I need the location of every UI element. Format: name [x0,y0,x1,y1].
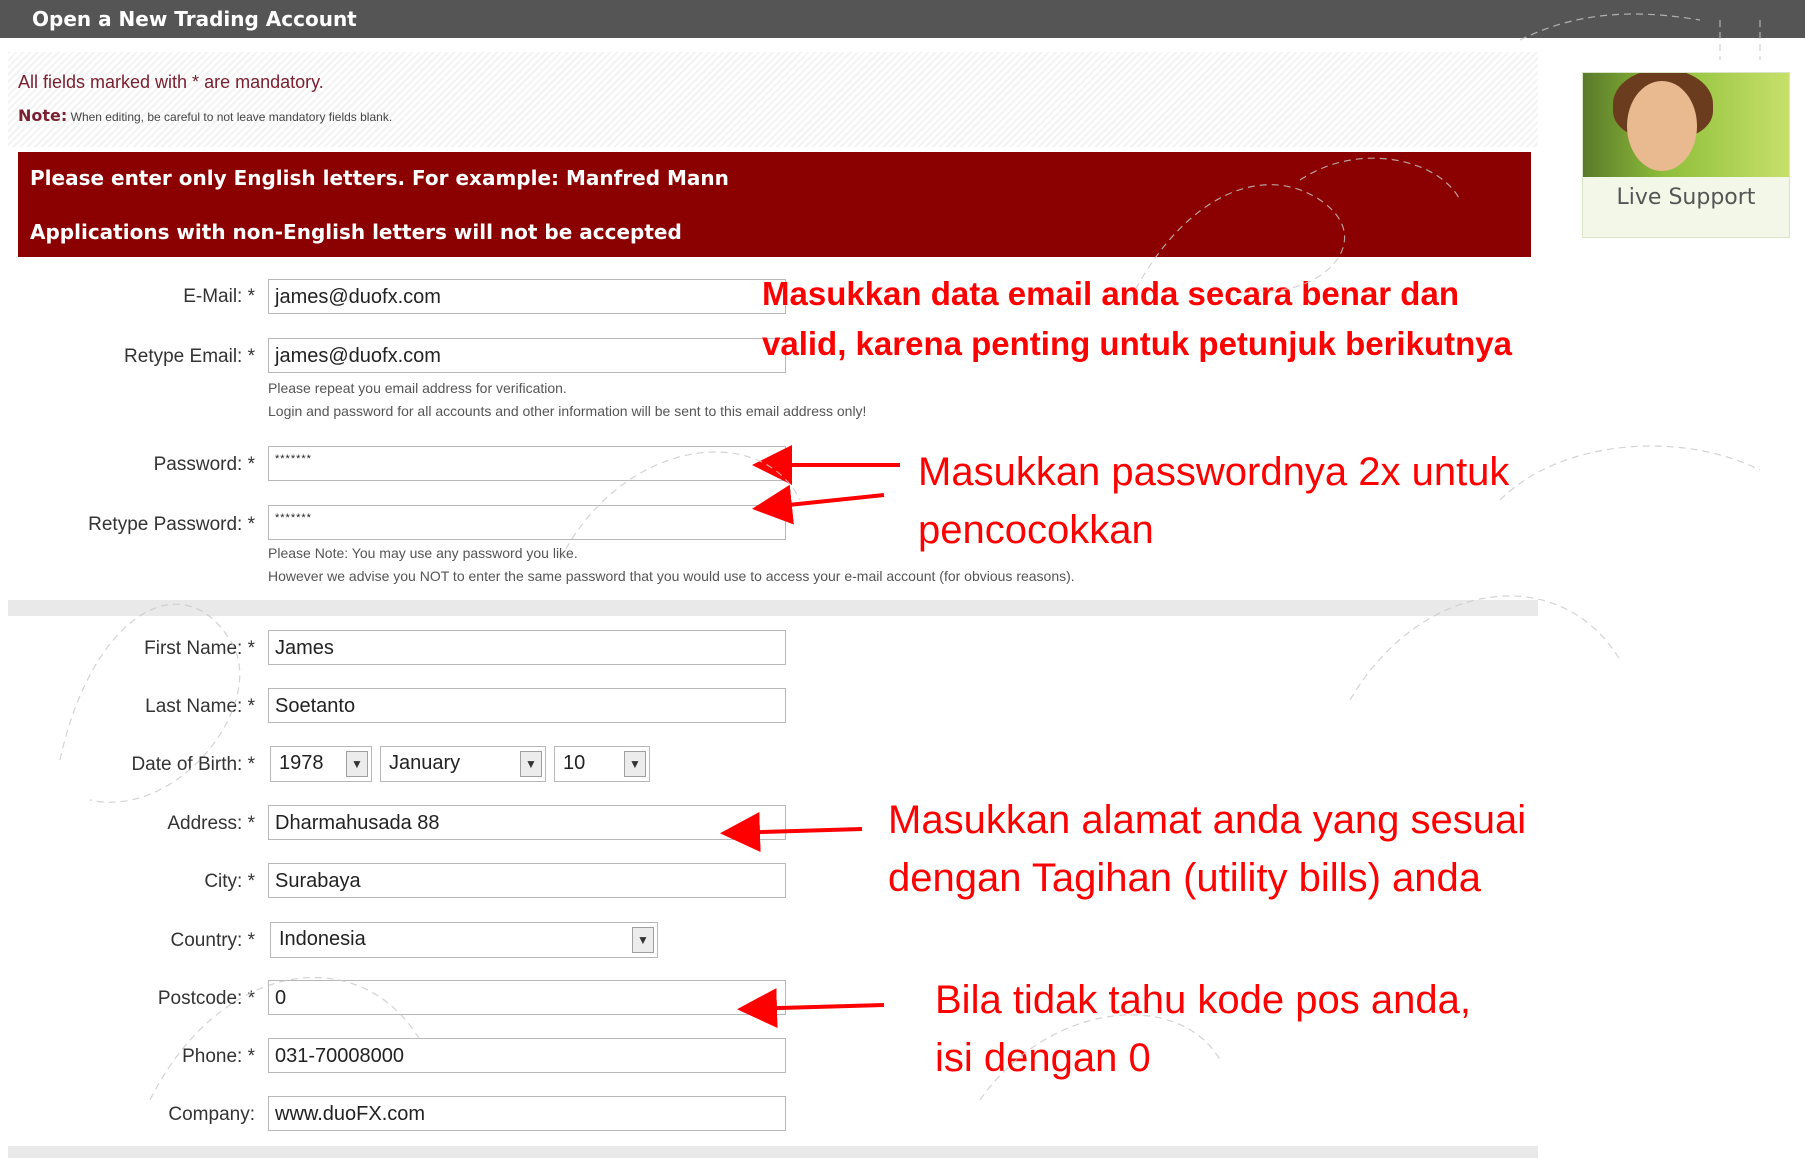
email-help-2: Login and password for all accounts and … [268,403,867,419]
company-label: Company: [168,1104,255,1125]
address-annotation-line-1: Masukkan alamat anda yang sesuai [888,798,1527,842]
notes-panel: All fields marked with * are mandatory. … [8,52,1538,147]
password-field[interactable]: ******* [268,446,786,481]
section-divider [8,600,1538,616]
email-field[interactable]: james@duofx.com [268,279,786,314]
password-annotation-line-1: Masukkan passwordnya 2x untuk [918,450,1510,494]
mandatory-note: All fields marked with * are mandatory. [18,72,324,92]
live-support-button[interactable]: Live Support [1582,72,1790,238]
country-value: Indonesia [279,928,366,950]
support-agent-photo [1583,73,1789,177]
retype-email-label: Retype Email: * [124,346,255,367]
country-label: Country: * [170,930,255,951]
note-label: Note: [18,106,68,125]
page-title: Open a New Trading Account [0,0,1805,38]
first-name-label: First Name: * [144,638,255,659]
chevron-down-icon: ▼ [632,927,654,953]
password-label: Password: * [153,454,255,475]
bottom-divider [8,1146,1538,1158]
password-help-2: However we advise you NOT to enter the s… [268,568,1075,584]
password-annotation-line-2: pencocokkan [918,508,1154,552]
chevron-down-icon: ▼ [624,751,646,777]
warning-line-2: Applications with non-English letters wi… [30,220,682,244]
birth-day-value: 10 [563,752,586,774]
city-field[interactable]: Surabaya [268,863,786,898]
note-text: When editing, be careful to not leave ma… [70,110,393,124]
city-label: City: * [204,871,255,892]
email-annotation-line-1: Masukkan data email anda secara benar da… [762,275,1459,312]
english-letters-warning: Please enter only English letters. For e… [18,152,1531,257]
first-name-field[interactable]: James [268,630,786,665]
email-annotation-line-2: valid, karena penting untuk petunjuk ber… [762,325,1512,362]
last-name-field[interactable]: Soetanto [268,688,786,723]
birth-month-select[interactable]: January ▼ [380,746,546,782]
edit-note: Note: When editing, be careful to not le… [18,106,392,125]
last-name-label: Last Name: * [145,696,255,717]
birth-month-value: January [389,752,461,774]
retype-email-field[interactable]: james@duofx.com [268,338,786,373]
postcode-label: Postcode: * [157,988,255,1009]
warning-line-1: Please enter only English letters. For e… [30,166,729,190]
email-help-1: Please repeat you email address for veri… [268,380,567,396]
address-annotation-line-2: dengan Tagihan (utility bills) anda [888,856,1481,900]
phone-field[interactable]: 031-70008000 [268,1038,786,1073]
birth-day-select[interactable]: 10 ▼ [554,746,650,782]
address-label: Address: * [167,813,255,834]
dob-label: Date of Birth: * [131,754,255,775]
postcode-field[interactable]: 0 [268,980,786,1015]
postcode-annotation-line-1: Bila tidak tahu kode pos anda, [935,978,1471,1022]
chevron-down-icon: ▼ [346,751,368,777]
retype-password-label: Retype Password: * [88,514,255,535]
address-field[interactable]: Dharmahusada 88 [268,805,786,840]
birth-year-select[interactable]: 1978 ▼ [270,746,372,782]
retype-password-field[interactable]: ******* [268,505,786,540]
email-label: E-Mail: * [183,286,255,307]
phone-label: Phone: * [182,1046,255,1067]
postcode-annotation-line-2: isi dengan 0 [935,1036,1151,1080]
company-field[interactable]: www.duoFX.com [268,1096,786,1131]
chevron-down-icon: ▼ [520,751,542,777]
birth-year-value: 1978 [279,752,324,774]
country-select[interactable]: Indonesia ▼ [270,922,658,958]
live-support-label: Live Support [1616,185,1756,210]
password-help-1: Please Note: You may use any password yo… [268,545,578,561]
